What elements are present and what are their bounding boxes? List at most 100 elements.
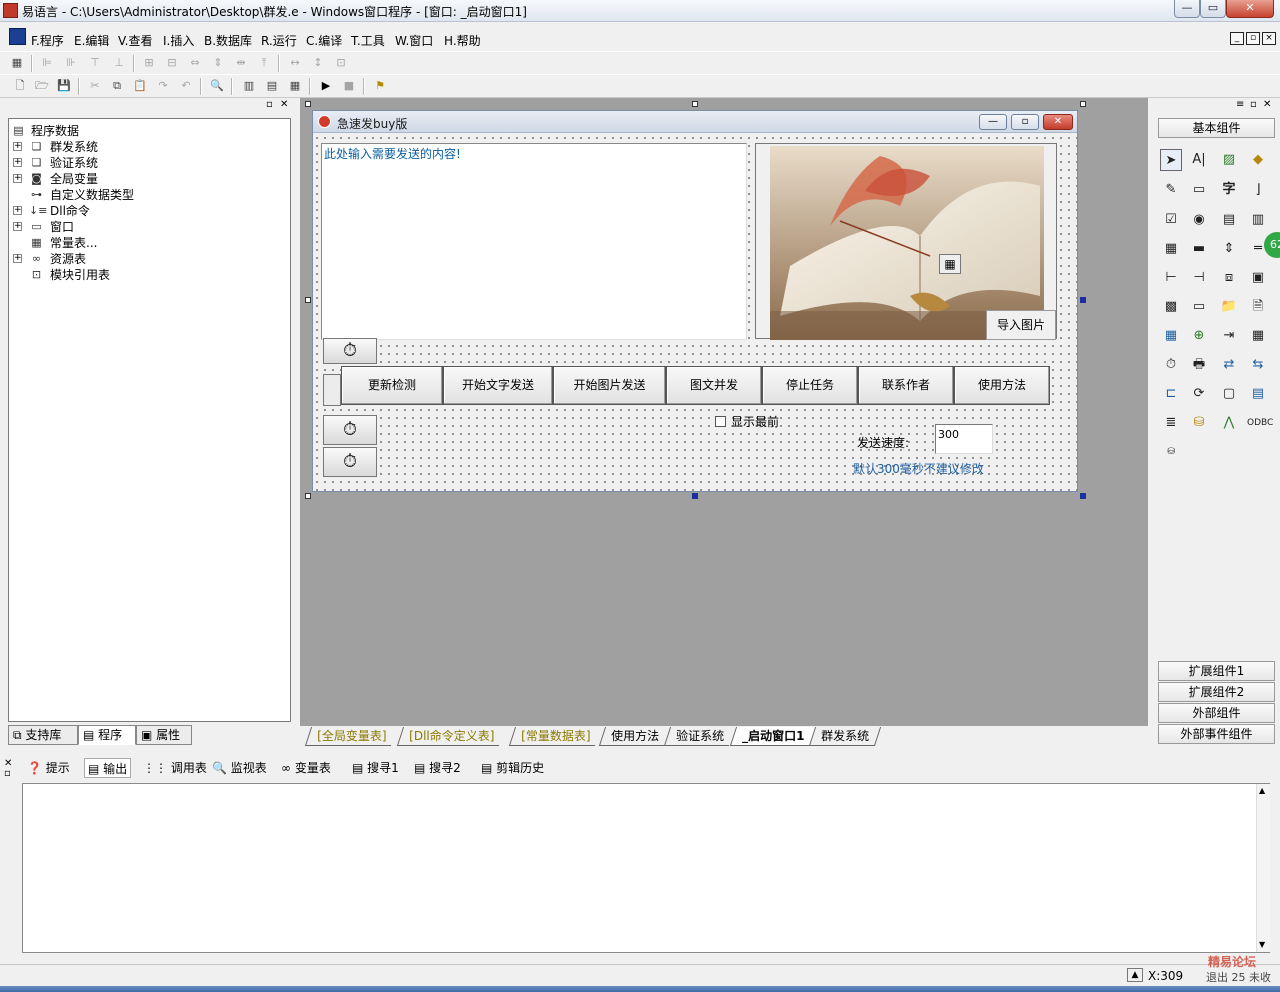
tab-program[interactable]: ▤ 程序 xyxy=(78,725,136,745)
form-icon[interactable]: ▦ xyxy=(8,55,26,71)
layout-grid-icon[interactable]: ▦ xyxy=(286,78,304,94)
close-button[interactable]: ✕ xyxy=(1226,0,1274,18)
panel-pin-icon[interactable]: ▫ xyxy=(4,768,11,779)
extension-components-1[interactable]: 扩展组件1 xyxy=(1158,661,1275,681)
resize-handle[interactable] xyxy=(692,101,698,107)
send-both-button[interactable]: 图文并发 xyxy=(666,366,762,405)
send-image-button[interactable]: 开始图片发送 xyxy=(553,366,666,405)
scroll-up-icon[interactable]: ▲ xyxy=(1259,786,1265,795)
topmost-checkbox[interactable] xyxy=(715,416,726,427)
form-minimize-icon[interactable]: — xyxy=(979,114,1007,130)
calendar-component-icon[interactable]: ▦ xyxy=(939,254,961,274)
center-vertical-icon[interactable]: ⊟ xyxy=(163,55,181,71)
menu-database[interactable]: B.数据库 xyxy=(204,32,252,49)
save-icon[interactable]: 💾 xyxy=(55,78,73,94)
equal-size-icon[interactable]: ⊡ xyxy=(332,55,350,71)
menu-run[interactable]: R.运行 xyxy=(261,32,297,49)
network-icon[interactable]: ⇆ xyxy=(1247,354,1269,376)
cut-icon[interactable]: ✂ xyxy=(86,78,104,94)
debug-icon[interactable]: ⚑ xyxy=(371,78,389,94)
contact-author-button[interactable]: 联系作者 xyxy=(858,366,954,405)
tab-output[interactable]: ▤ 输出 xyxy=(84,758,132,778)
printer-icon[interactable]: 🖶 xyxy=(1188,354,1210,376)
button-icon[interactable]: ▭ xyxy=(1188,296,1210,318)
resize-handle[interactable] xyxy=(305,493,311,499)
scroll-down-icon[interactable]: ▼ xyxy=(1259,940,1265,949)
serial-icon[interactable]: ⟳ xyxy=(1188,383,1210,405)
equal-width-icon[interactable]: ↔ xyxy=(286,55,304,71)
content-textarea[interactable]: 此处输入需要发送的内容! xyxy=(321,143,747,340)
designed-form[interactable]: 急速发buy版 — ▫ ✕ 此处输入需要发送的内容! ▦ 导入图片 ⏱ 更新检测… xyxy=(312,110,1078,492)
chart-icon[interactable]: ⋀ xyxy=(1218,412,1240,434)
resize-handle[interactable] xyxy=(305,101,311,107)
output-scrollbar[interactable]: ▲ ▼ xyxy=(1256,784,1270,952)
client-icon[interactable]: ⊏ xyxy=(1160,383,1182,405)
align-top-icon[interactable]: ⊤ xyxy=(86,55,104,71)
timer-icon[interactable]: ⏱ xyxy=(323,447,377,477)
picture-icon[interactable]: ▨ xyxy=(1218,149,1240,171)
align-bottom-icon[interactable]: ⊥ xyxy=(110,55,128,71)
progress-icon[interactable]: ▬ xyxy=(1188,238,1210,260)
find-icon[interactable]: 🔍 xyxy=(208,78,226,94)
layout-split-icon[interactable]: ▤ xyxy=(263,78,281,94)
basic-components-header[interactable]: 基本组件 xyxy=(1158,118,1275,138)
tab-properties[interactable]: ▣ 属性 xyxy=(136,725,192,745)
restore-button[interactable]: ▭ xyxy=(1200,0,1226,18)
color-picker-icon[interactable]: ▦ xyxy=(1160,325,1182,347)
clock-icon[interactable]: ⏱ xyxy=(1160,354,1182,376)
odbc-db-icon[interactable]: ⛁ xyxy=(1160,441,1182,463)
send-text-button[interactable]: 开始文字发送 xyxy=(443,366,553,405)
extension-components-2[interactable]: 扩展组件2 xyxy=(1158,682,1275,702)
mdi-restore-icon[interactable]: ▫ xyxy=(1246,32,1260,45)
copy-icon[interactable]: ⧉ xyxy=(108,78,126,94)
tab-dll-defs[interactable]: [Dll命令定义表] xyxy=(396,727,506,746)
globe-icon[interactable]: ⊕ xyxy=(1188,325,1210,347)
pointer-icon[interactable]: ➤ xyxy=(1160,149,1182,171)
text-icon[interactable]: 字 xyxy=(1218,179,1240,201)
file-icon[interactable]: 🗎 xyxy=(1247,296,1269,318)
tab-watch[interactable]: 🔍 监视表 xyxy=(212,758,267,778)
tab-verify-system[interactable]: 验证系统 xyxy=(663,727,736,746)
frame-icon[interactable]: ▣ xyxy=(1247,267,1269,289)
align-right-icon[interactable]: ⊪ xyxy=(62,55,80,71)
menu-edit[interactable]: E.编辑 xyxy=(74,32,109,49)
calendar-icon[interactable]: ▦ xyxy=(1247,325,1269,347)
align-left-icon[interactable]: ⊫ xyxy=(38,55,56,71)
tab-usage[interactable]: 使用方法 xyxy=(598,727,671,746)
layout-left-icon[interactable]: ▥ xyxy=(240,78,258,94)
radio-icon[interactable]: ◉ xyxy=(1188,209,1210,231)
menu-program[interactable]: F.程序 xyxy=(31,32,64,49)
menu-view[interactable]: V.查看 xyxy=(118,32,152,49)
tab-call-stack[interactable]: ⋮⋮ 调用表 xyxy=(143,758,207,778)
provider-icon[interactable]: ≣ xyxy=(1160,412,1182,434)
form-close-icon[interactable]: ✕ xyxy=(1043,114,1073,130)
output-panel[interactable] xyxy=(22,783,1270,953)
resize-handle[interactable] xyxy=(1080,493,1086,499)
resize-handle[interactable] xyxy=(1080,101,1086,107)
table-icon[interactable]: ▩ xyxy=(1160,296,1182,318)
open-folder-icon[interactable]: 🗁 xyxy=(33,78,51,94)
minimize-button[interactable]: — xyxy=(1174,0,1200,18)
tab-hint[interactable]: ❓ 提示 xyxy=(27,758,70,778)
redo-icon[interactable]: ↷ xyxy=(154,78,172,94)
status-up-icon[interactable]: ▲ xyxy=(1127,968,1143,982)
new-file-icon[interactable]: 🗋 xyxy=(11,78,29,94)
hscroll-icon[interactable]: ⊢ xyxy=(1160,267,1182,289)
update-check-button[interactable]: 更新检测 xyxy=(341,366,443,405)
menu-insert[interactable]: I.插入 xyxy=(163,32,194,49)
run-icon[interactable]: ▶ xyxy=(317,78,335,94)
import-image-button[interactable]: 导入图片 xyxy=(986,310,1056,340)
label-icon[interactable]: A| xyxy=(1188,149,1210,171)
edit-box-icon[interactable]: ✎ xyxy=(1160,179,1182,201)
panel-close-icon[interactable]: ✕ xyxy=(280,99,288,110)
tab-control-icon[interactable]: ⧈ xyxy=(1218,267,1240,289)
menu-window[interactable]: W.窗口 xyxy=(395,32,433,49)
spin-icon[interactable]: ⇕ xyxy=(1218,238,1240,260)
space-horizontal-icon[interactable]: ⇹ xyxy=(232,55,250,71)
transfer-icon[interactable]: ⇄ xyxy=(1218,354,1240,376)
center-horizontal-icon[interactable]: ⊞ xyxy=(140,55,158,71)
tab-variables[interactable]: ∞ 变量表 xyxy=(281,758,331,778)
paste-icon[interactable]: 📋 xyxy=(131,78,149,94)
mdi-minimize-icon[interactable]: _ xyxy=(1230,32,1244,45)
same-width-icon[interactable]: ⇔ xyxy=(186,55,204,71)
